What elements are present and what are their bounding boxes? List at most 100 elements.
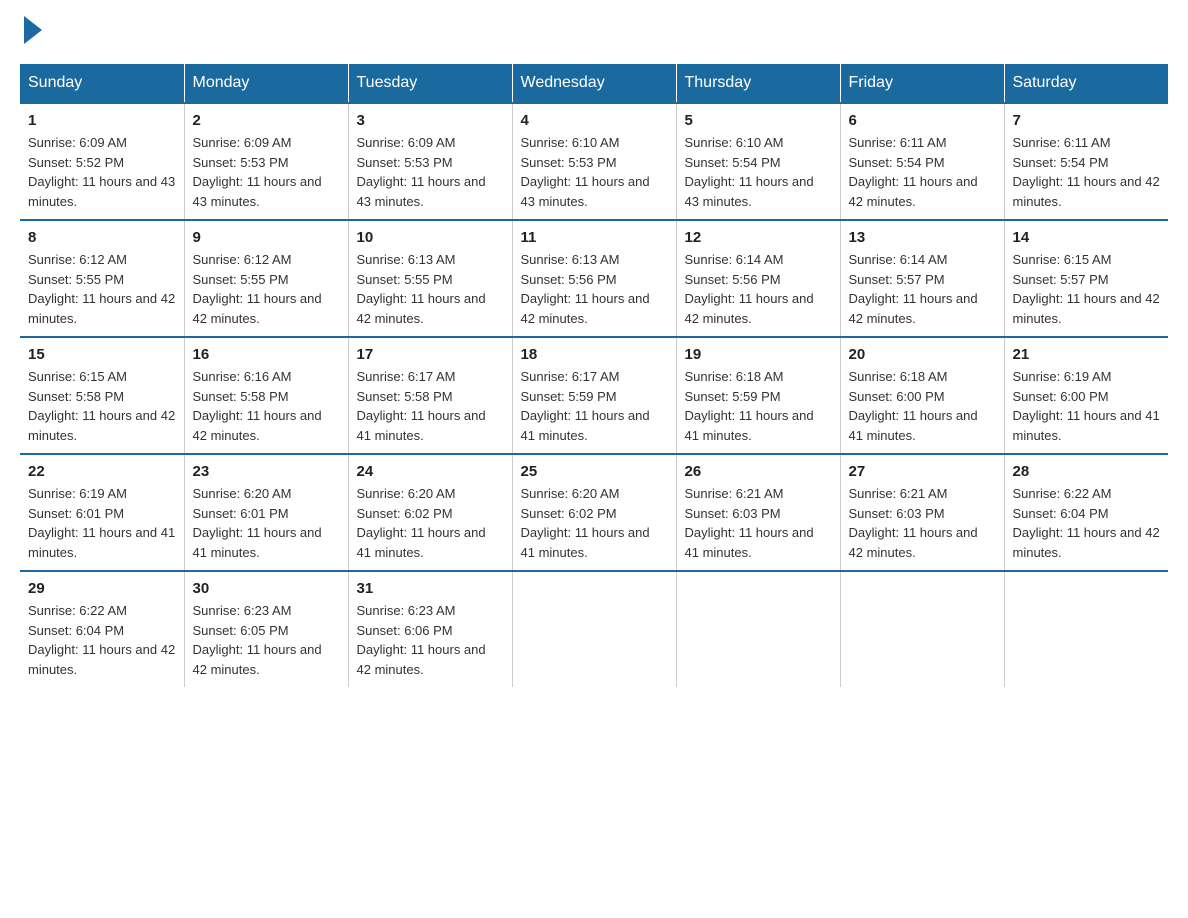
day-info: Sunrise: 6:15 AM Sunset: 5:57 PM Dayligh… bbox=[1013, 250, 1161, 328]
day-number: 31 bbox=[357, 580, 504, 597]
sunrise-text: Sunrise: 6:09 AM bbox=[28, 135, 127, 150]
calendar-cell: 4 Sunrise: 6:10 AM Sunset: 5:53 PM Dayli… bbox=[512, 103, 676, 220]
sunset-text: Sunset: 5:56 PM bbox=[685, 272, 781, 287]
daylight-text: Daylight: 11 hours and 41 minutes. bbox=[1013, 408, 1160, 443]
calendar-cell: 18 Sunrise: 6:17 AM Sunset: 5:59 PM Dayl… bbox=[512, 337, 676, 454]
daylight-text: Daylight: 11 hours and 42 minutes. bbox=[849, 525, 978, 560]
sunrise-text: Sunrise: 6:13 AM bbox=[357, 252, 456, 267]
sunset-text: Sunset: 6:04 PM bbox=[28, 623, 124, 638]
daylight-text: Daylight: 11 hours and 41 minutes. bbox=[685, 408, 814, 443]
day-number: 28 bbox=[1013, 463, 1161, 480]
daylight-text: Daylight: 11 hours and 42 minutes. bbox=[193, 642, 322, 677]
calendar-cell: 26 Sunrise: 6:21 AM Sunset: 6:03 PM Dayl… bbox=[676, 454, 840, 571]
daylight-text: Daylight: 11 hours and 42 minutes. bbox=[357, 642, 486, 677]
sunset-text: Sunset: 6:02 PM bbox=[357, 506, 453, 521]
calendar-cell: 10 Sunrise: 6:13 AM Sunset: 5:55 PM Dayl… bbox=[348, 220, 512, 337]
daylight-text: Daylight: 11 hours and 43 minutes. bbox=[193, 174, 322, 209]
sunrise-text: Sunrise: 6:11 AM bbox=[1013, 135, 1111, 150]
sunrise-text: Sunrise: 6:15 AM bbox=[28, 369, 127, 384]
calendar-table: SundayMondayTuesdayWednesdayThursdayFrid… bbox=[20, 64, 1168, 687]
day-number: 8 bbox=[28, 229, 176, 246]
sunrise-text: Sunrise: 6:18 AM bbox=[849, 369, 948, 384]
day-info: Sunrise: 6:19 AM Sunset: 6:00 PM Dayligh… bbox=[1013, 367, 1161, 445]
calendar-cell: 31 Sunrise: 6:23 AM Sunset: 6:06 PM Dayl… bbox=[348, 571, 512, 687]
sunrise-text: Sunrise: 6:20 AM bbox=[521, 486, 620, 501]
sunrise-text: Sunrise: 6:23 AM bbox=[193, 603, 292, 618]
calendar-cell bbox=[1004, 571, 1168, 687]
calendar-cell: 14 Sunrise: 6:15 AM Sunset: 5:57 PM Dayl… bbox=[1004, 220, 1168, 337]
daylight-text: Daylight: 11 hours and 42 minutes. bbox=[685, 291, 814, 326]
sunset-text: Sunset: 5:57 PM bbox=[1013, 272, 1109, 287]
daylight-text: Daylight: 11 hours and 42 minutes. bbox=[28, 291, 175, 326]
calendar-cell: 15 Sunrise: 6:15 AM Sunset: 5:58 PM Dayl… bbox=[20, 337, 184, 454]
day-number: 5 bbox=[685, 112, 832, 129]
sunrise-text: Sunrise: 6:16 AM bbox=[193, 369, 292, 384]
calendar-cell: 16 Sunrise: 6:16 AM Sunset: 5:58 PM Dayl… bbox=[184, 337, 348, 454]
day-info: Sunrise: 6:09 AM Sunset: 5:52 PM Dayligh… bbox=[28, 133, 176, 211]
day-number: 16 bbox=[193, 346, 340, 363]
day-number: 1 bbox=[28, 112, 176, 129]
calendar-cell: 20 Sunrise: 6:18 AM Sunset: 6:00 PM Dayl… bbox=[840, 337, 1004, 454]
day-info: Sunrise: 6:17 AM Sunset: 5:59 PM Dayligh… bbox=[521, 367, 668, 445]
daylight-text: Daylight: 11 hours and 43 minutes. bbox=[685, 174, 814, 209]
daylight-text: Daylight: 11 hours and 41 minutes. bbox=[28, 525, 175, 560]
daylight-text: Daylight: 11 hours and 42 minutes. bbox=[193, 408, 322, 443]
calendar-cell: 13 Sunrise: 6:14 AM Sunset: 5:57 PM Dayl… bbox=[840, 220, 1004, 337]
day-info: Sunrise: 6:23 AM Sunset: 6:06 PM Dayligh… bbox=[357, 601, 504, 679]
logo bbox=[20, 20, 42, 44]
sunrise-text: Sunrise: 6:18 AM bbox=[685, 369, 784, 384]
sunset-text: Sunset: 5:58 PM bbox=[28, 389, 124, 404]
day-number: 26 bbox=[685, 463, 832, 480]
sunset-text: Sunset: 5:57 PM bbox=[849, 272, 945, 287]
daylight-text: Daylight: 11 hours and 42 minutes. bbox=[1013, 525, 1160, 560]
day-info: Sunrise: 6:20 AM Sunset: 6:02 PM Dayligh… bbox=[357, 484, 504, 562]
sunset-text: Sunset: 5:55 PM bbox=[28, 272, 124, 287]
logo-arrow-icon bbox=[24, 16, 42, 44]
weekday-header-saturday: Saturday bbox=[1004, 64, 1168, 103]
sunrise-text: Sunrise: 6:09 AM bbox=[357, 135, 456, 150]
sunrise-text: Sunrise: 6:17 AM bbox=[521, 369, 620, 384]
daylight-text: Daylight: 11 hours and 42 minutes. bbox=[1013, 291, 1160, 326]
sunset-text: Sunset: 6:03 PM bbox=[685, 506, 781, 521]
sunset-text: Sunset: 5:55 PM bbox=[193, 272, 289, 287]
sunset-text: Sunset: 6:03 PM bbox=[849, 506, 945, 521]
sunrise-text: Sunrise: 6:22 AM bbox=[28, 603, 127, 618]
sunset-text: Sunset: 6:06 PM bbox=[357, 623, 453, 638]
calendar-cell: 22 Sunrise: 6:19 AM Sunset: 6:01 PM Dayl… bbox=[20, 454, 184, 571]
calendar-cell: 2 Sunrise: 6:09 AM Sunset: 5:53 PM Dayli… bbox=[184, 103, 348, 220]
sunset-text: Sunset: 5:59 PM bbox=[685, 389, 781, 404]
daylight-text: Daylight: 11 hours and 42 minutes. bbox=[849, 174, 978, 209]
sunrise-text: Sunrise: 6:22 AM bbox=[1013, 486, 1112, 501]
day-number: 13 bbox=[849, 229, 996, 246]
weekday-header-sunday: Sunday bbox=[20, 64, 184, 103]
sunrise-text: Sunrise: 6:11 AM bbox=[849, 135, 947, 150]
sunset-text: Sunset: 6:01 PM bbox=[193, 506, 289, 521]
sunset-text: Sunset: 5:58 PM bbox=[193, 389, 289, 404]
calendar-week-row: 22 Sunrise: 6:19 AM Sunset: 6:01 PM Dayl… bbox=[20, 454, 1168, 571]
weekday-header-tuesday: Tuesday bbox=[348, 64, 512, 103]
daylight-text: Daylight: 11 hours and 43 minutes. bbox=[28, 174, 175, 209]
calendar-week-row: 1 Sunrise: 6:09 AM Sunset: 5:52 PM Dayli… bbox=[20, 103, 1168, 220]
weekday-header-thursday: Thursday bbox=[676, 64, 840, 103]
daylight-text: Daylight: 11 hours and 42 minutes. bbox=[521, 291, 650, 326]
day-number: 14 bbox=[1013, 229, 1161, 246]
day-number: 23 bbox=[193, 463, 340, 480]
calendar-cell: 30 Sunrise: 6:23 AM Sunset: 6:05 PM Dayl… bbox=[184, 571, 348, 687]
day-info: Sunrise: 6:10 AM Sunset: 5:54 PM Dayligh… bbox=[685, 133, 832, 211]
day-info: Sunrise: 6:09 AM Sunset: 5:53 PM Dayligh… bbox=[357, 133, 504, 211]
calendar-cell: 3 Sunrise: 6:09 AM Sunset: 5:53 PM Dayli… bbox=[348, 103, 512, 220]
day-number: 24 bbox=[357, 463, 504, 480]
calendar-cell: 6 Sunrise: 6:11 AM Sunset: 5:54 PM Dayli… bbox=[840, 103, 1004, 220]
daylight-text: Daylight: 11 hours and 42 minutes. bbox=[28, 642, 175, 677]
sunset-text: Sunset: 6:04 PM bbox=[1013, 506, 1109, 521]
sunset-text: Sunset: 5:54 PM bbox=[685, 155, 781, 170]
calendar-cell: 9 Sunrise: 6:12 AM Sunset: 5:55 PM Dayli… bbox=[184, 220, 348, 337]
day-info: Sunrise: 6:10 AM Sunset: 5:53 PM Dayligh… bbox=[521, 133, 668, 211]
sunrise-text: Sunrise: 6:13 AM bbox=[521, 252, 620, 267]
day-info: Sunrise: 6:17 AM Sunset: 5:58 PM Dayligh… bbox=[357, 367, 504, 445]
daylight-text: Daylight: 11 hours and 41 minutes. bbox=[849, 408, 978, 443]
sunrise-text: Sunrise: 6:20 AM bbox=[357, 486, 456, 501]
weekday-header-wednesday: Wednesday bbox=[512, 64, 676, 103]
sunset-text: Sunset: 5:53 PM bbox=[357, 155, 453, 170]
calendar-week-row: 8 Sunrise: 6:12 AM Sunset: 5:55 PM Dayli… bbox=[20, 220, 1168, 337]
